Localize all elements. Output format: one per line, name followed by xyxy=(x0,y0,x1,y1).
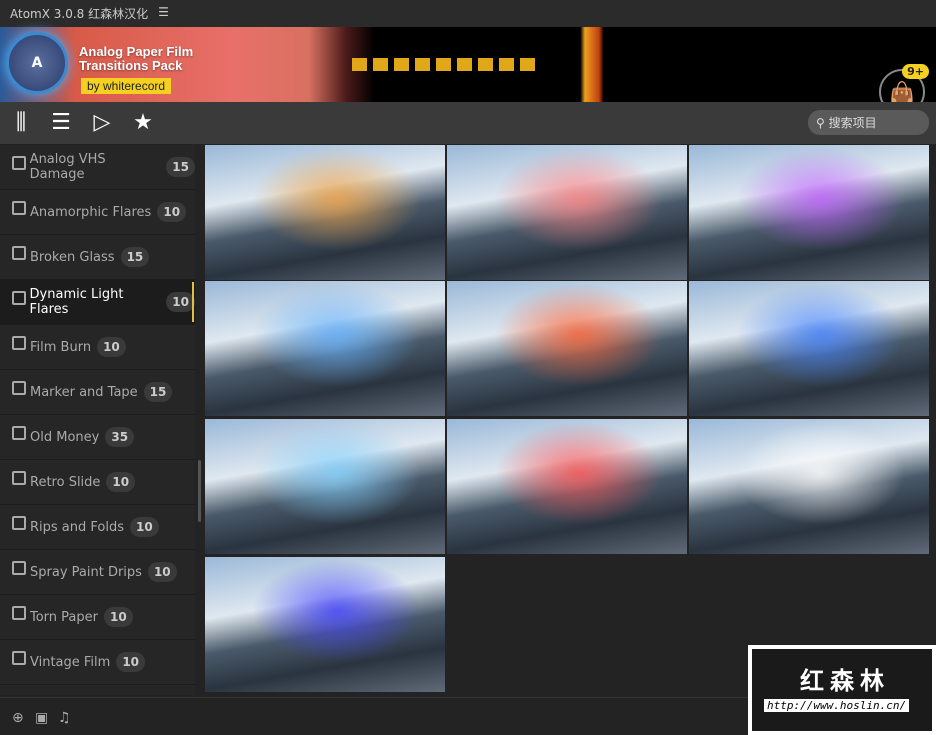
item-count-badge: 10 xyxy=(104,607,133,627)
preset-file-icon xyxy=(12,516,26,530)
sidebar-item[interactable]: Vintage Film 10 xyxy=(0,640,195,685)
sidebar-item-label: Torn Paper xyxy=(30,609,98,625)
preset-file-icon xyxy=(12,471,26,485)
sidebar-item[interactable]: Retro Slide 10 xyxy=(0,460,195,505)
transition-thumbnail[interactable] xyxy=(689,145,929,280)
transition-thumbnail[interactable] xyxy=(205,419,445,554)
sidebar-item-label: Film Burn xyxy=(30,339,92,355)
sidebar-item[interactable]: Marker and Tape 15 xyxy=(0,370,195,415)
preset-file-icon xyxy=(12,156,26,170)
transition-shapes-icon xyxy=(352,58,535,71)
item-count-badge: 10 xyxy=(147,562,177,582)
preset-file-icon xyxy=(12,561,26,575)
preset-file-icon xyxy=(12,201,26,215)
transition-thumbnail[interactable] xyxy=(447,281,687,416)
sliders-icon[interactable]: ⫼ xyxy=(8,110,34,136)
sidebar-item-label: Retro Slide xyxy=(30,474,101,490)
pack-banner[interactable]: A Analog Paper Film Transitions Pack by w… xyxy=(0,27,936,115)
item-count-badge: 10 xyxy=(97,337,126,357)
author-label: by whiterecord xyxy=(81,78,172,94)
item-count-badge: 10 xyxy=(106,472,136,492)
transition-thumbnail[interactable] xyxy=(205,557,445,692)
sidebar-item[interactable]: Old Money 35 xyxy=(0,415,195,460)
music-icon[interactable]: ♫ xyxy=(58,710,71,726)
item-count-badge: 10 xyxy=(116,652,146,672)
preset-file-icon xyxy=(12,426,26,440)
search-icon: ⚲ xyxy=(816,116,825,130)
sidebar-item-label: Dynamic Light Flares xyxy=(29,287,124,317)
sidebar-item-label: Vintage Film xyxy=(30,654,111,670)
preset-file-icon xyxy=(12,336,26,350)
transition-thumbnail[interactable] xyxy=(205,281,445,416)
sidebar-scrollbar[interactable] xyxy=(198,460,201,522)
transition-thumbnail[interactable] xyxy=(205,145,445,280)
toolbar: ⫼ ☰ ▷ ★ ⚲ 搜索项目 xyxy=(0,102,936,144)
app-title: AtomX 3.0.8 红森林汉化 xyxy=(10,7,149,21)
sidebar-item-label: Broken Glass xyxy=(30,249,115,265)
sidebar-item-label: Anamorphic Flares xyxy=(30,204,152,220)
list-view-icon[interactable]: ☰ xyxy=(48,110,74,136)
item-count-badge: 35 xyxy=(105,427,135,447)
transition-thumbnail[interactable] xyxy=(447,145,687,280)
sidebar-item[interactable]: Torn Paper 10 xyxy=(0,595,195,640)
sidebar-item[interactable]: Analog VHS Damage 15 xyxy=(0,145,195,190)
item-count-badge: 15 xyxy=(143,382,173,402)
transition-thumbnail[interactable] xyxy=(689,281,929,416)
atomx-logo: A xyxy=(6,32,68,94)
search-input[interactable]: ⚲ 搜索项目 xyxy=(808,110,929,135)
item-count-badge: 10 xyxy=(166,292,195,312)
cart-badge: 9+ xyxy=(902,64,929,79)
menu-icon[interactable]: ☰ xyxy=(158,5,169,22)
preset-file-icon xyxy=(12,651,26,665)
sidebar-item[interactable]: Broken Glass 15 xyxy=(0,235,195,280)
transition-thumbnail[interactable] xyxy=(447,419,687,554)
sidebar-item-label: Old Money xyxy=(30,429,100,445)
sidebar-item[interactable]: Dynamic Light Flares 10 xyxy=(0,280,195,325)
shopping-bag-icon: 👜 xyxy=(889,80,915,104)
sidebar-item-label: Spray Paint Drips xyxy=(30,564,142,580)
preset-file-icon xyxy=(12,606,26,620)
pack-title: Analog Paper Film Transitions Pack xyxy=(79,44,194,73)
preset-file-icon xyxy=(12,381,26,395)
title-bar: AtomX 3.0.8 红森林汉化 ☰ xyxy=(0,0,936,27)
item-count-badge: 10 xyxy=(130,517,159,537)
sidebar-item-label: Analog VHS Damage xyxy=(29,152,106,182)
sidebar-item[interactable]: Film Burn 10 xyxy=(0,325,195,370)
preset-file-icon xyxy=(12,246,26,260)
sidebar-item[interactable]: Spray Paint Drips 10 xyxy=(0,550,195,595)
watermark: 红森林 http://www.hoslin.cn/ xyxy=(748,645,936,735)
sidebar-item[interactable]: Rips and Folds 10 xyxy=(0,505,195,550)
transition-thumbnail[interactable] xyxy=(689,419,929,554)
item-count-badge: 10 xyxy=(157,202,187,222)
preset-file-icon xyxy=(12,291,26,305)
video-icon[interactable]: ▣ xyxy=(35,710,48,726)
star-icon[interactable]: ★ xyxy=(130,110,156,136)
sidebar-item-label: Marker and Tape xyxy=(30,384,138,400)
item-count-badge: 15 xyxy=(166,157,195,177)
sidebar-item-label: Rips and Folds xyxy=(30,519,124,535)
sidebar-item[interactable]: Anamorphic Flares 10 xyxy=(0,190,195,235)
video-file-icon[interactable]: ▷ xyxy=(89,110,115,136)
target-icon[interactable]: ⊕ xyxy=(12,710,24,726)
category-sidebar: Analog VHS Damage 15 Anamorphic Flares 10 Br… xyxy=(0,145,195,695)
item-count-badge: 15 xyxy=(120,247,150,267)
